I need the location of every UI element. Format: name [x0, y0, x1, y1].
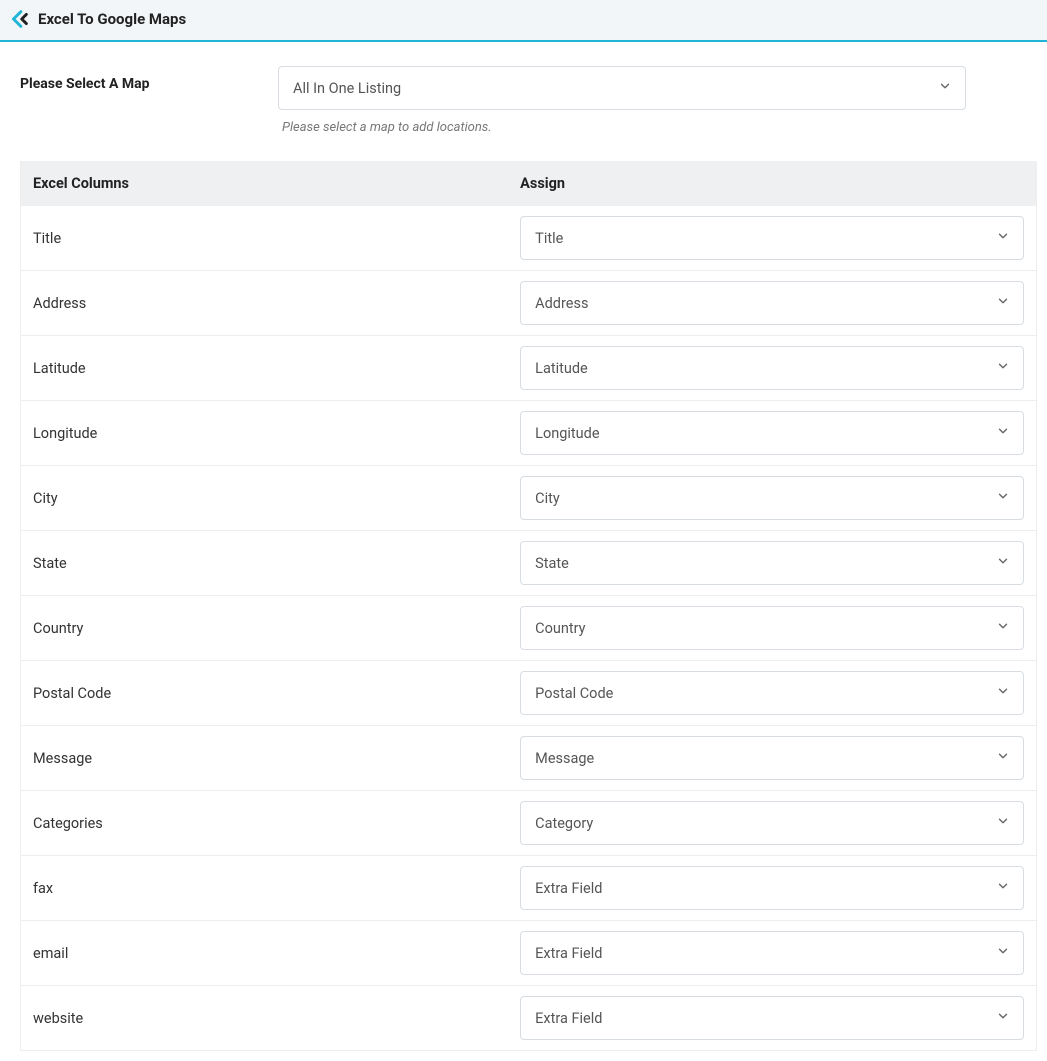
- excel-column-label: State: [21, 531, 509, 596]
- map-selector-label: Please Select A Map: [20, 66, 278, 92]
- map-select[interactable]: All In One Listing: [278, 66, 966, 110]
- assign-select[interactable]: Longitude: [520, 411, 1024, 455]
- assign-select[interactable]: Message: [520, 736, 1024, 780]
- table-row: Country Country: [21, 596, 1037, 661]
- assign-select-value: Country: [535, 620, 585, 637]
- assign-select-value: Extra Field: [535, 945, 602, 962]
- assign-select-value: State: [535, 555, 569, 572]
- map-select-value: All In One Listing: [293, 80, 401, 97]
- excel-column-label: Latitude: [21, 336, 509, 401]
- excel-column-label: email: [21, 921, 509, 986]
- table-row: Latitude Latitude: [21, 336, 1037, 401]
- assign-select-value: Extra Field: [535, 880, 602, 897]
- col-header-excel: Excel Columns: [21, 161, 509, 206]
- excel-column-label: Title: [21, 206, 509, 271]
- excel-column-label: fax: [21, 856, 509, 921]
- assign-select-value: Latitude: [535, 360, 588, 377]
- assign-select[interactable]: State: [520, 541, 1024, 585]
- content-area: Please Select A Map All In One Listing P…: [0, 42, 1047, 1061]
- assign-select[interactable]: Extra Field: [520, 931, 1024, 975]
- excel-column-label: Country: [21, 596, 509, 661]
- table-row: City City: [21, 466, 1037, 531]
- assign-select[interactable]: Title: [520, 216, 1024, 260]
- table-row: email Extra Field: [21, 921, 1037, 986]
- assign-select[interactable]: Address: [520, 281, 1024, 325]
- assign-select-value: Category: [535, 815, 593, 832]
- excel-column-label: Postal Code: [21, 661, 509, 726]
- excel-column-label: Categories: [21, 791, 509, 856]
- assign-select-value: Address: [535, 295, 588, 312]
- assign-select-value: Longitude: [535, 425, 599, 442]
- assign-select-value: Extra Field: [535, 1010, 602, 1027]
- assign-select[interactable]: City: [520, 476, 1024, 520]
- excel-column-label: Address: [21, 271, 509, 336]
- page-title: Excel To Google Maps: [38, 10, 186, 28]
- map-selector-row: Please Select A Map All In One Listing P…: [20, 66, 1037, 135]
- assign-select[interactable]: Postal Code: [520, 671, 1024, 715]
- assign-select-value: Message: [535, 750, 594, 767]
- table-row: Address Address: [21, 271, 1037, 336]
- assign-select[interactable]: Country: [520, 606, 1024, 650]
- page-header: Excel To Google Maps: [0, 0, 1047, 42]
- map-selector-hint: Please select a map to add locations.: [278, 120, 966, 135]
- assign-select-value: Title: [535, 230, 563, 247]
- app-logo-icon: [6, 6, 32, 32]
- mapping-table: Excel Columns Assign Title Title Address…: [20, 161, 1037, 1051]
- table-row: Longitude Longitude: [21, 401, 1037, 466]
- assign-select[interactable]: Category: [520, 801, 1024, 845]
- assign-select-value: Postal Code: [535, 685, 613, 702]
- table-row: Categories Category: [21, 791, 1037, 856]
- assign-select-value: City: [535, 490, 560, 507]
- assign-select[interactable]: Extra Field: [520, 996, 1024, 1040]
- table-row: State State: [21, 531, 1037, 596]
- assign-select[interactable]: Extra Field: [520, 866, 1024, 910]
- table-row: website Extra Field: [21, 986, 1037, 1051]
- col-header-assign: Assign: [508, 161, 1036, 206]
- excel-column-label: Message: [21, 726, 509, 791]
- table-row: Message Message: [21, 726, 1037, 791]
- assign-select[interactable]: Latitude: [520, 346, 1024, 390]
- excel-column-label: Longitude: [21, 401, 509, 466]
- table-row: Title Title: [21, 206, 1037, 271]
- table-row: fax Extra Field: [21, 856, 1037, 921]
- excel-column-label: City: [21, 466, 509, 531]
- table-row: Postal Code Postal Code: [21, 661, 1037, 726]
- excel-column-label: website: [21, 986, 509, 1051]
